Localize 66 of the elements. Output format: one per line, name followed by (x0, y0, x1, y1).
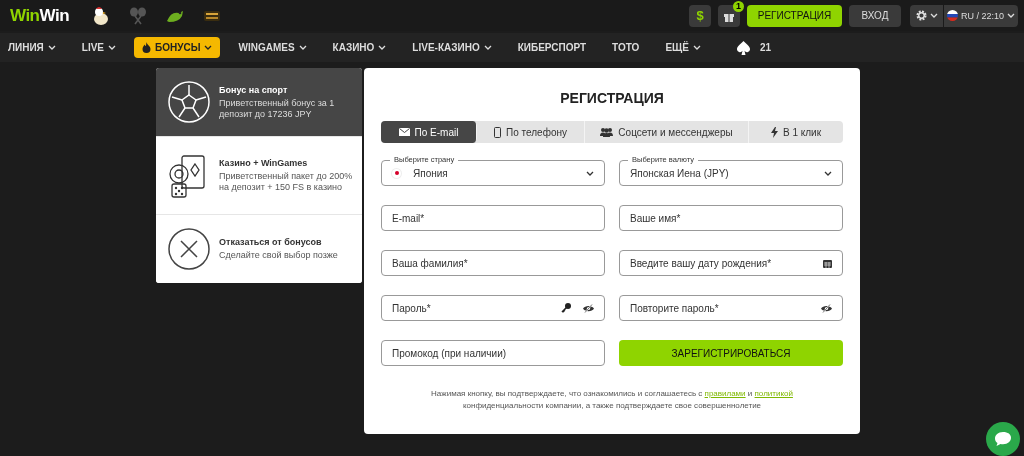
phone-icon (494, 126, 502, 138)
chat-bubble-icon (994, 431, 1012, 447)
chevron-icon (929, 13, 938, 18)
bonus-option[interactable]: Бонус на спорт Приветственный бонус за 1 депозит до 17236 JPY (156, 68, 362, 137)
lightning-icon (770, 126, 778, 138)
password-field[interactable]: Пароль* (381, 295, 605, 321)
chevron-icon (47, 45, 56, 50)
date-field[interactable]: Введите вашу дату рождения* (619, 250, 843, 276)
nav-item[interactable]: ТОТО (604, 37, 648, 58)
nav-item[interactable]: WINGAMES (230, 37, 315, 58)
football-icon (168, 81, 210, 123)
disclaimer-text: Нажимая кнопку, вы подтверждаете, что ознакомились и соглашаетесь с правилами и политикой конфиденциальности компании, а также подтверждаете свое совершеннолетие (430, 388, 794, 412)
deposit-button[interactable]: $ (689, 4, 711, 27)
input-field[interactable]: E-mail* (381, 205, 605, 231)
users-icon (600, 127, 614, 137)
chevron-icon (824, 170, 832, 176)
close-circle-icon (168, 228, 210, 270)
nav-item[interactable]: КАЗИНО (324, 37, 395, 58)
chevron-icon (1007, 13, 1015, 18)
logo[interactable]: WinWin (10, 5, 70, 26)
language-button[interactable]: RU / 22:10 (944, 4, 1018, 27)
notification-badge: 1 (733, 0, 744, 12)
nav-item[interactable]: LIVE (73, 37, 125, 58)
tab[interactable]: По E-mail (381, 121, 477, 143)
submit-button[interactable]: ЗАРЕГИСТРИРОВАТЬСЯ (619, 340, 843, 366)
key-icon[interactable] (561, 303, 571, 313)
nav-item[interactable]: ЕЩЁ (657, 37, 709, 58)
chevron-icon (378, 45, 387, 50)
bonus-description: Приветственный пакет до 200% на депозит + 150 FS в казино (219, 171, 354, 193)
flame-icon (142, 42, 152, 53)
bonus-title: Казино + WinGames (219, 158, 309, 168)
flag-icon (947, 10, 958, 21)
bonus-description: Сделайте свой выбор позже (219, 250, 338, 261)
nav-item[interactable]: БОНУСЫ (134, 37, 221, 58)
register-button[interactable]: РЕГИСТРАЦИЯ (747, 4, 842, 27)
input-field[interactable]: Ваша фамилия* (381, 250, 605, 276)
chevron-icon (108, 45, 117, 50)
chevron-icon (298, 45, 307, 50)
settings-icon (915, 10, 927, 21)
chevron-icon (692, 45, 701, 50)
chevron-icon (204, 45, 213, 50)
chat-button[interactable] (986, 422, 1020, 456)
login-button[interactable]: ВХОД (849, 4, 901, 27)
nav-item[interactable]: КИБЕРСПОРТ (509, 37, 595, 58)
eye-slash-icon[interactable] (583, 303, 594, 313)
calendar-icon[interactable] (823, 258, 832, 268)
settings-button[interactable] (910, 4, 943, 27)
eye-slash-icon[interactable] (821, 303, 832, 313)
chevron-icon (586, 170, 594, 176)
input-field[interactable]: Ваше имя* (619, 205, 843, 231)
password-field[interactable]: Повторите пароль* (619, 295, 843, 321)
dialog-title: РЕГИСТРАЦИЯ (559, 90, 665, 106)
nav-item[interactable]: 21 (728, 37, 780, 58)
nav-item[interactable]: LIVE-КАЗИНО (404, 37, 500, 58)
envelope-icon (398, 128, 410, 136)
bonus-title: Бонус на спорт (219, 84, 289, 95)
bonus-title: Отказаться от бонусов (219, 237, 323, 247)
tab[interactable]: По телефону (477, 121, 585, 143)
spade-icon (736, 40, 750, 55)
input-field[interactable]: Промокод (при наличии) (381, 340, 605, 366)
tab[interactable]: Соцсети и мессенджеры (585, 121, 749, 143)
bonus-description: Приветственный бонус за 1 депозит до 17236 JPY (219, 97, 336, 120)
tab[interactable]: В 1 клик (749, 121, 843, 143)
nav-item[interactable]: ЛИНИЯ (8, 37, 64, 58)
flag-icon (392, 168, 401, 178)
chevron-icon (483, 45, 492, 50)
